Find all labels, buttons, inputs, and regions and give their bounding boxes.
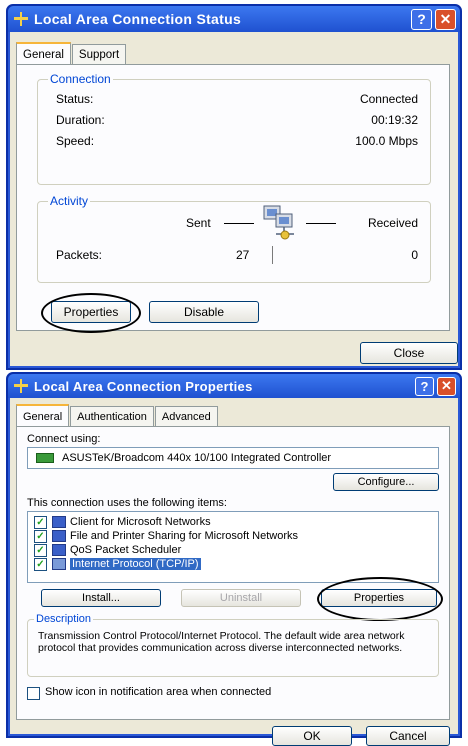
connect-using-label: Connect using: xyxy=(27,433,101,445)
connection-group-title: Connection xyxy=(48,72,113,86)
packets-divider xyxy=(272,246,273,264)
list-item[interactable]: QoS Packet Scheduler xyxy=(34,543,181,556)
description-group: Description Transmission Control Protoco… xyxy=(27,613,439,677)
components-list[interactable]: ✓ Client for Microsoft Networks ✓ File a… xyxy=(27,511,439,583)
connection-group: Connection Status: Connected Duration: 0… xyxy=(37,72,431,185)
network-adapter-icon xyxy=(36,453,54,463)
sent-label: Sent xyxy=(186,216,211,230)
install-button[interactable]: Install... xyxy=(41,589,161,607)
tcpip-properties-highlight-circle xyxy=(317,577,443,621)
items-label: This connection uses the following items… xyxy=(27,497,227,509)
network-activity-icon xyxy=(263,205,294,240)
status-value: Connected xyxy=(359,92,418,106)
client-icon xyxy=(52,515,66,528)
ok-button[interactable]: OK xyxy=(272,726,352,746)
properties-window: Local Area Connection Properties ? ✕ Gen… xyxy=(6,372,462,746)
show-icon-label: Show icon in notification area when conn… xyxy=(45,686,272,698)
received-label: Received xyxy=(367,216,418,230)
properties-client-area: General Authentication Advanced Connect … xyxy=(10,398,458,746)
network-connection-icon xyxy=(14,12,28,26)
description-text: Transmission Control Protocol/Internet P… xyxy=(38,630,405,654)
help-icon[interactable]: ? xyxy=(415,376,434,396)
close-button[interactable]: Close xyxy=(360,342,458,364)
cancel-button[interactable]: Cancel xyxy=(366,726,450,746)
close-icon[interactable]: ✕ xyxy=(437,376,456,396)
adapter-name: ASUSTeK/Broadcom 440x 10/100 Integrated … xyxy=(62,452,332,464)
tab-support[interactable]: Support xyxy=(71,44,127,65)
status-client-area: General Support Connection Status: Conne… xyxy=(10,32,458,366)
network-connection-icon xyxy=(14,379,28,393)
adapter-box: ASUSTeK/Broadcom 440x 10/100 Integrated … xyxy=(27,447,439,469)
packets-label: Packets: xyxy=(56,248,103,262)
list-item-selected[interactable]: Internet Protocol (TCP/IP) xyxy=(34,557,201,570)
tab-advanced[interactable]: Advanced xyxy=(154,406,218,427)
qos-icon xyxy=(52,543,66,556)
status-general-panel: Connection Status: Connected Duration: 0… xyxy=(16,64,450,333)
packets-received-value: 0 xyxy=(411,248,418,262)
status-window: Local Area Connection Status ? ✕ General… xyxy=(6,4,462,370)
list-item[interactable]: File and Printer Sharing for Microsoft N… xyxy=(34,529,298,542)
close-icon[interactable]: ✕ xyxy=(435,8,456,30)
tab-authentication[interactable]: Authentication xyxy=(70,406,154,427)
duration-label: Duration: xyxy=(56,113,105,127)
disable-button[interactable]: Disable xyxy=(149,301,259,323)
configure-button[interactable]: Configure... xyxy=(333,473,439,491)
description-title: Description xyxy=(34,613,94,625)
protocol-icon xyxy=(52,557,66,570)
status-window-title: Local Area Connection Status xyxy=(34,11,242,27)
properties-window-title: Local Area Connection Properties xyxy=(34,378,253,394)
properties-general-panel: Connect using: ASUSTeK/Broadcom 440x 10/… xyxy=(16,426,450,720)
properties-highlight-circle xyxy=(41,293,141,333)
speed-value: 100.0 Mbps xyxy=(355,134,418,148)
speed-label: Speed: xyxy=(56,134,95,148)
help-icon[interactable]: ? xyxy=(411,8,432,30)
file-sharing-icon xyxy=(52,529,66,542)
show-icon-checkbox[interactable] xyxy=(27,687,40,700)
sent-line xyxy=(224,223,254,224)
received-line xyxy=(306,223,336,224)
activity-group: Activity Sent Received Packets: 27 0 xyxy=(37,194,431,283)
duration-value: 00:19:32 xyxy=(371,113,418,127)
uninstall-button: Uninstall xyxy=(181,589,301,607)
tab-general[interactable]: General xyxy=(16,404,70,428)
status-label: Status: xyxy=(56,92,94,106)
status-title-bar[interactable]: Local Area Connection Status ? ✕ xyxy=(8,6,460,32)
packets-sent-value: 27 xyxy=(236,248,250,262)
activity-group-title: Activity xyxy=(48,194,91,208)
list-item[interactable]: Client for Microsoft Networks xyxy=(34,515,211,528)
tab-general[interactable]: General xyxy=(16,42,71,66)
properties-title-bar[interactable]: Local Area Connection Properties ? ✕ xyxy=(8,374,460,398)
